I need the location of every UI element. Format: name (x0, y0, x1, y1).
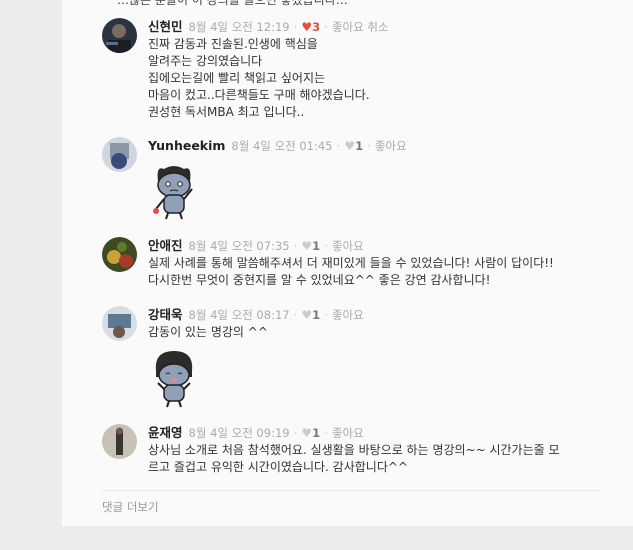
like-button[interactable]: 좋아요 (332, 308, 364, 322)
avatar[interactable] (102, 18, 137, 53)
like-count: 1 (355, 139, 364, 153)
like-count: 3 (312, 20, 321, 34)
comment-meta: 신현민 8월 4일 오전 12:19 · ♥3 · 좋아요 취소 (148, 19, 389, 34)
comment-author[interactable]: 강태욱 (148, 307, 183, 322)
like-button[interactable]: 좋아요 취소 (332, 20, 389, 34)
clipped-comment-text: …많은 분들이 이 강의를 들으면 좋겠습니다… (117, 0, 348, 7)
divider (102, 490, 600, 491)
like-button[interactable]: 좋아요 (332, 426, 364, 440)
comment-author[interactable]: 윤재영 (148, 425, 183, 440)
comment-author[interactable]: 안애진 (148, 238, 183, 253)
comment-text: 실제 사례를 통해 말씀해주셔서 더 재미있게 들을 수 있었습니다! 사람이 … (148, 256, 554, 287)
avatar[interactable] (102, 306, 137, 341)
like-button[interactable]: 좋아요 (332, 239, 364, 253)
like-count: 1 (312, 426, 321, 440)
heart-icon[interactable]: ♥ (301, 308, 312, 322)
heart-icon[interactable]: ♥ (301, 20, 312, 34)
load-more-comments-link[interactable]: 댓글 더보기 (102, 499, 159, 515)
comment-meta: 안애진 8월 4일 오전 07:35 · ♥1 · 좋아요 (148, 238, 364, 253)
comment-date: 8월 4일 오전 08:17 (188, 308, 290, 322)
avatar[interactable] (102, 137, 137, 172)
heart-icon[interactable]: ♥ (301, 426, 312, 440)
like-button[interactable]: 좋아요 (375, 139, 407, 153)
avatar[interactable] (102, 237, 137, 272)
comment-text: 진짜 감동과 진솔된.인생에 핵심을 알려주는 강의였습니다 집에오는길에 빨리… (148, 37, 370, 119)
cat-sticker-icon (148, 159, 200, 221)
comment-date: 8월 4일 오전 09:19 (188, 426, 290, 440)
comment-text: 상사님 소개로 처음 참석했어요. 실생활을 바탕으로 하는 명강의~~ 시간가… (148, 443, 560, 474)
comment-date: 8월 4일 오전 07:35 (188, 239, 290, 253)
comment-author[interactable]: Yunheekim (148, 138, 225, 153)
comment-date: 8월 4일 오전 01:45 (231, 139, 333, 153)
comment-date: 8월 4일 오전 12:19 (188, 20, 290, 34)
like-count: 1 (312, 308, 321, 322)
heart-icon[interactable]: ♥ (344, 139, 355, 153)
heart-icon[interactable]: ♥ (301, 239, 312, 253)
like-count: 1 (312, 239, 321, 253)
comment-author[interactable]: 신현민 (148, 19, 183, 34)
comment-meta: Yunheekim 8월 4일 오전 01:45 · ♥1 · 좋아요 (148, 138, 407, 153)
cat-sticker-icon (148, 347, 200, 409)
avatar[interactable] (102, 424, 137, 459)
comment-text: 감동이 있는 명강의 ^^ (148, 325, 268, 339)
comment-meta: 강태욱 8월 4일 오전 08:17 · ♥1 · 좋아요 (148, 307, 364, 322)
comment-meta: 윤재영 8월 4일 오전 09:19 · ♥1 · 좋아요 (148, 425, 364, 440)
